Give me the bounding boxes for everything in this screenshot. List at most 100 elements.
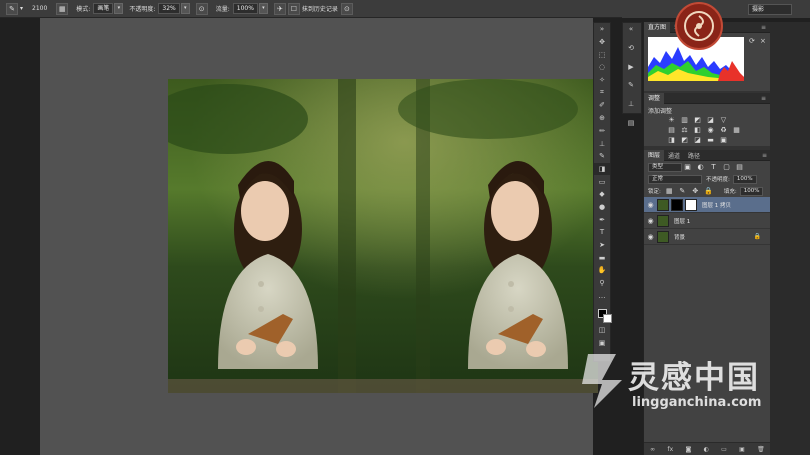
brush-tool-icon[interactable]: ✏ [594, 125, 610, 138]
hue-saturation-icon[interactable]: ▤ [666, 126, 677, 135]
filter-pixel-icon[interactable]: ▣ [682, 163, 693, 172]
new-layer-icon[interactable]: ▣ [739, 446, 745, 453]
marquee-tool-icon[interactable]: ⬚ [594, 48, 610, 61]
chevron-down-icon[interactable]: ▾ [258, 3, 268, 14]
airbrush-icon[interactable]: ✈ [273, 2, 286, 15]
fill-input[interactable]: 100% [739, 186, 764, 196]
curves-icon[interactable]: ◩ [692, 116, 703, 125]
add-mask-icon[interactable]: ◙ [685, 446, 691, 453]
mode-select[interactable]: 画笔 [93, 3, 114, 14]
screen-mode-icon[interactable]: ▣ [594, 337, 610, 350]
blur-tool-icon[interactable]: ◆ [594, 188, 610, 201]
layer-opacity-input[interactable]: 100% [732, 174, 757, 184]
panel-menu-icon[interactable]: ≡ [761, 24, 766, 31]
eye-icon[interactable]: ◉ [644, 201, 657, 209]
zoom-tool-icon[interactable]: ⚲ [594, 277, 610, 290]
history-checkbox[interactable]: ☐ [287, 2, 300, 15]
properties-icon[interactable]: ▤ [623, 116, 639, 129]
opacity-input[interactable]: 32% [158, 3, 180, 14]
collapse-icon[interactable]: « [623, 23, 639, 36]
link-layers-icon[interactable]: ∞ [650, 446, 655, 453]
pressure-size-icon[interactable]: ⊙ [340, 2, 353, 15]
brightness-icon[interactable]: ☀ [666, 116, 677, 125]
quick-mask-icon[interactable]: ◫ [594, 324, 610, 337]
threshold-icon[interactable]: ◪ [692, 136, 703, 145]
history-icon[interactable]: ⟲ [623, 42, 639, 55]
actions-icon[interactable]: ▶ [623, 60, 639, 73]
lock-pixels-icon[interactable]: ✎ [677, 187, 688, 196]
pressure-opacity-icon[interactable]: ⊙ [195, 2, 208, 15]
levels-icon[interactable]: ▥ [679, 116, 690, 125]
invert-icon[interactable]: ◨ [666, 136, 677, 145]
document-canvas[interactable] [168, 79, 598, 393]
filter-shape-icon[interactable]: ▢ [721, 163, 732, 172]
eye-icon[interactable]: ◉ [644, 233, 657, 241]
move-tool-icon[interactable]: ✥ [594, 36, 610, 49]
layer-mask-black[interactable] [671, 198, 683, 211]
pen-tool-icon[interactable]: ✒ [594, 213, 610, 226]
channel-mixer-icon[interactable]: ♻ [718, 126, 729, 135]
path-select-tool-icon[interactable]: ➤ [594, 239, 610, 252]
fx-icon[interactable]: fx [667, 446, 673, 453]
quick-select-tool-icon[interactable]: ✧ [594, 74, 610, 87]
shape-tool-icon[interactable]: ▬ [594, 251, 610, 264]
color-swatches-icon[interactable] [594, 302, 612, 324]
posterize-icon[interactable]: ◩ [679, 136, 690, 145]
layer-row-layer1[interactable]: ◉ 图层 1 [644, 213, 771, 229]
eye-icon[interactable]: ◉ [644, 217, 657, 225]
adjustment-layer-icon[interactable]: ◐ [704, 446, 709, 453]
eyedropper-tool-icon[interactable]: ✐ [594, 99, 610, 112]
blend-mode-select[interactable]: 正常 [648, 174, 702, 184]
group-icon[interactable]: ▭ [721, 446, 727, 453]
vibrance-icon[interactable]: ▽ [718, 116, 729, 125]
histogram-refresh-icon[interactable]: ⟳ [749, 37, 755, 45]
chevron-down-icon[interactable]: ▾ [180, 3, 190, 14]
collapse-icon[interactable]: » [594, 23, 610, 36]
color-balance-icon[interactable]: ⚖ [679, 126, 690, 135]
chevron-down-icon[interactable]: ▾ [114, 3, 124, 14]
gradient-map-icon[interactable]: ▬ [705, 136, 716, 145]
type-tool-icon[interactable]: T [594, 226, 610, 239]
brush-panel-icon[interactable]: ▦ [56, 2, 69, 15]
stamp-tool-icon[interactable]: ⊥ [594, 137, 610, 150]
layer-row-background[interactable]: ◉ 背景 🔒 [644, 229, 771, 245]
tab-layers[interactable]: 图层 [644, 149, 665, 161]
more-tools-icon[interactable]: … [594, 289, 610, 302]
filter-adjust-icon[interactable]: ◐ [695, 163, 706, 172]
tab-histogram[interactable]: 直方图 [644, 21, 671, 33]
hand-tool-icon[interactable]: ✋ [594, 264, 610, 277]
filter-smart-icon[interactable]: ▤ [734, 163, 745, 172]
tab-channels[interactable]: 通道 [664, 151, 684, 160]
lock-transparency-icon[interactable]: ▦ [664, 187, 675, 196]
filter-type-icon[interactable]: T [708, 163, 719, 172]
clone-source-icon[interactable]: ⊥ [623, 98, 639, 111]
panel-menu-icon[interactable]: ≡ [761, 95, 766, 102]
lock-position-icon[interactable]: ✥ [690, 187, 701, 196]
color-lookup-icon[interactable]: ▦ [731, 126, 742, 135]
photo-filter-icon[interactable]: ◉ [705, 126, 716, 135]
black-white-icon[interactable]: ◧ [692, 126, 703, 135]
crop-tool-icon[interactable]: ⌗ [594, 86, 610, 99]
panel-menu-icon[interactable]: ≡ [762, 152, 767, 159]
brush-presets-icon[interactable]: ✎ [623, 79, 639, 92]
exposure-icon[interactable]: ◪ [705, 116, 716, 125]
tab-adjustments[interactable]: 调整 [644, 92, 665, 104]
layer-row-copy[interactable]: ◉ 图层 1 拷贝 [644, 197, 771, 213]
history-brush-tool-icon[interactable]: ✎ [594, 150, 610, 163]
workspace-select[interactable]: 摄影 [748, 4, 792, 15]
dodge-tool-icon[interactable]: ● [594, 201, 610, 214]
flow-input[interactable]: 100% [232, 3, 258, 14]
lasso-tool-icon[interactable]: ◌ [594, 61, 610, 74]
layer-mask-white[interactable] [685, 198, 697, 211]
eraser-tool-preset[interactable]: ✎ ▾ [6, 2, 26, 16]
trash-icon[interactable]: 🗑 [757, 446, 765, 453]
gradient-tool-icon[interactable]: ▭ [594, 175, 610, 188]
kind-filter-select[interactable]: 类型 [648, 162, 682, 172]
lock-all-icon[interactable]: 🔒 [703, 187, 714, 196]
eraser-tool-icon[interactable]: ◨ [594, 162, 610, 176]
close-icon[interactable]: × [760, 37, 766, 45]
tab-paths[interactable]: 路径 [684, 151, 704, 160]
brush-size-picker[interactable]: 2100 [32, 2, 50, 16]
selective-color-icon[interactable]: ▣ [718, 136, 729, 145]
healing-tool-icon[interactable]: ⊕ [594, 112, 610, 125]
